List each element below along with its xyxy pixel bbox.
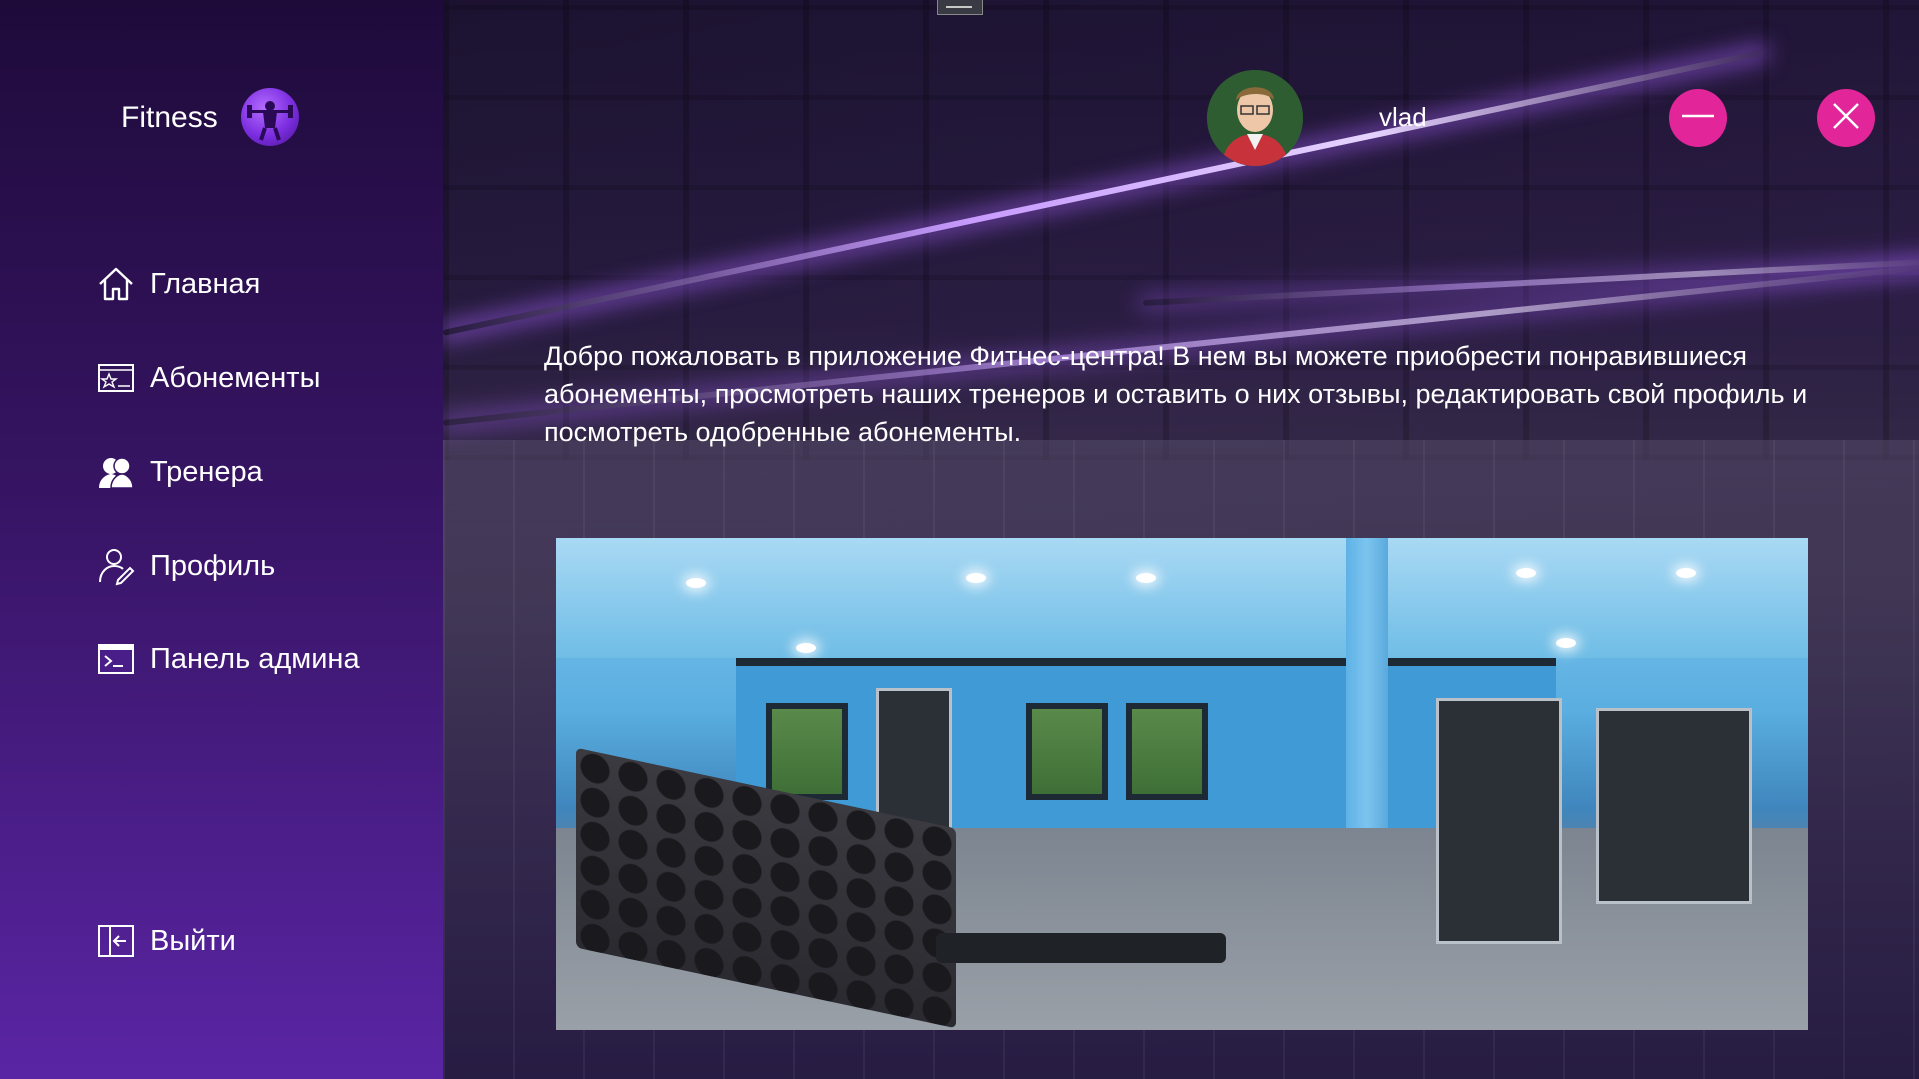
sidebar-item-admin-panel[interactable]: Панель админа	[96, 634, 360, 684]
welcome-text: Добро пожаловать в приложение Фитнес-цен…	[544, 341, 1808, 447]
profile-icon	[96, 546, 136, 586]
photo-light	[966, 573, 986, 583]
sidebar-item-home[interactable]: Главная	[96, 259, 260, 309]
avatar[interactable]	[1207, 70, 1303, 166]
sidebar-item-trainers[interactable]: Тренера	[96, 447, 263, 497]
sidebar-item-label: Панель админа	[150, 642, 360, 675]
username: vlad	[1379, 102, 1427, 132]
sidebar-item-label: Тренера	[150, 455, 263, 488]
home-icon	[96, 264, 136, 304]
admin-terminal-icon	[96, 639, 136, 679]
photo-light	[1516, 568, 1536, 578]
photo-light	[1136, 573, 1156, 583]
membership-card-icon	[96, 358, 136, 398]
sidebar: Fitness Главная Абонементы Тренера Профи…	[0, 0, 443, 1079]
minimize-icon	[1678, 96, 1718, 141]
close-button[interactable]	[1817, 89, 1875, 147]
photo-light	[1676, 568, 1696, 578]
logout-icon	[96, 921, 136, 961]
photo-light	[1556, 638, 1576, 648]
sidebar-item-memberships[interactable]: Абонементы	[96, 353, 320, 403]
main-content: vlad Добро пожаловать в приложение Фитне…	[443, 0, 1919, 1079]
trainers-icon	[96, 452, 136, 492]
gym-photo	[556, 538, 1808, 1030]
photo-light	[796, 643, 816, 653]
drag-handle[interactable]	[937, 0, 983, 15]
photo-cable-machine	[1596, 708, 1752, 904]
logout-button[interactable]: Выйти	[96, 916, 236, 966]
photo-bench	[936, 933, 1226, 963]
logout-label: Выйти	[150, 924, 236, 957]
sidebar-item-label: Главная	[150, 267, 261, 300]
sidebar-item-profile[interactable]: Профиль	[96, 541, 275, 591]
photo-cable-machine	[1436, 698, 1562, 944]
photo-light	[686, 578, 706, 588]
fitness-logo-icon	[241, 88, 299, 146]
photo-ceiling	[556, 538, 1808, 658]
close-icon	[1826, 96, 1866, 141]
photo-window	[766, 703, 848, 800]
minimize-button[interactable]	[1669, 89, 1727, 147]
brand-name: Fitness	[121, 101, 218, 134]
photo-window	[1126, 703, 1208, 800]
photo-window	[1026, 703, 1108, 800]
sidebar-item-label: Профиль	[150, 549, 276, 582]
sidebar-item-label: Абонементы	[150, 361, 321, 394]
